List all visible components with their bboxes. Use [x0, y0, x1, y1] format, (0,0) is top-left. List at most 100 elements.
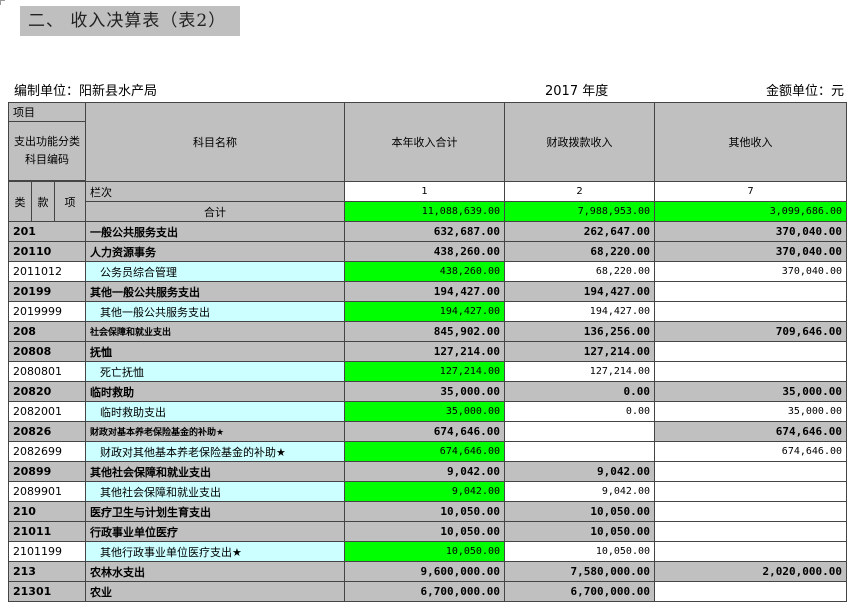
table-row: 2082001 临时救助支出 35,000.00 0.00 35,000.00: [7, 401, 848, 422]
col-num-2: 2: [504, 181, 656, 202]
row-name: 财政对其他基本养老保险基金的补助★: [85, 441, 346, 462]
row-fiscal: 127,214.00: [504, 341, 656, 362]
header-row-1: 项目 科目名称 本年收入合计 财政拨款收入 其他收入: [7, 102, 848, 182]
row-code: 21301: [7, 581, 87, 602]
header-xiang: 项: [53, 181, 87, 222]
row-code: 2101199: [7, 541, 87, 562]
table-body: 项目 科目名称 本年收入合计 财政拨款收入 其他收入 支出功能分类科目编码 类 …: [7, 102, 848, 602]
fiscal-year: 2017 年度: [545, 84, 609, 99]
row-name: 医疗卫生与计划生育支出: [85, 501, 346, 522]
row-fiscal: 10,050.00: [504, 501, 656, 522]
row-total: 674,646.00: [344, 421, 506, 442]
row-other: 674,646.00: [654, 421, 848, 442]
table-row: 20899 其他社会保障和就业支出 9,042.00 9,042.00: [7, 461, 848, 482]
table-row: 21301 农业 6,700,000.00 6,700,000.00: [7, 581, 848, 602]
row-fiscal: 10,050.00: [504, 521, 656, 542]
table-row: 20808 抚恤 127,214.00 127,214.00: [7, 341, 848, 362]
header-lei: 类: [8, 181, 32, 222]
row-total: 10,050.00: [344, 521, 506, 542]
row-fiscal: 0.00: [504, 381, 656, 402]
row-code: 20199: [7, 281, 87, 302]
row-name: 财政对基本养老保险基金的补助★: [85, 421, 346, 442]
row-fiscal: [504, 441, 656, 462]
row-code: 2089901: [7, 481, 87, 502]
row-code: 201: [7, 221, 87, 242]
row-name: 社会保障和就业支出: [85, 321, 346, 342]
row-code: 208: [7, 321, 87, 342]
table-row: 2011012 公务员综合管理 438,260.00 68,220.00 370,040…: [7, 261, 848, 282]
table-row: 20826 财政对基本养老保险基金的补助★ 674,646.00 674,646.00: [7, 421, 848, 442]
income-table: 项目 科目名称 本年收入合计 财政拨款收入 其他收入 支出功能分类科目编码 类 …: [7, 102, 848, 602]
row-fiscal: 68,220.00: [504, 241, 656, 262]
info-row: 编制单位：阳新县水产局 2017 年度 金额单位：元: [8, 82, 846, 102]
page-title: 二、 收入决算表（表2）: [20, 6, 240, 36]
row-total: 35,000.00: [344, 381, 506, 402]
row-fiscal: 9,042.00: [504, 481, 656, 502]
table-row: 208 社会保障和就业支出 845,902.00 136,256.00 709,646.…: [7, 321, 848, 342]
row-other: 370,040.00: [654, 241, 848, 262]
row-name: 农业: [85, 581, 346, 602]
row-fiscal: 10,050.00: [504, 541, 656, 562]
row-name: 临时救助: [85, 381, 346, 402]
row-other: 370,040.00: [654, 261, 848, 282]
header-subject-name: 科目名称: [85, 102, 346, 182]
row-total: 9,042.00: [344, 461, 506, 482]
table-row: 2101199 其他行政事业单位医疗支出★ 10,050.00 10,050.00: [7, 541, 848, 562]
row-other: [654, 341, 848, 362]
row-fiscal: 6,700,000.00: [504, 581, 656, 602]
row-code: 20820: [7, 381, 87, 402]
row-name: 公务员综合管理: [85, 261, 346, 282]
header-other: 其他收入: [654, 102, 848, 182]
row-total: 127,214.00: [344, 361, 506, 382]
row-name: 死亡抚恤: [85, 361, 346, 382]
row-other: [654, 301, 848, 322]
row-fiscal: 262,647.00: [504, 221, 656, 242]
row-code: 2080801: [7, 361, 87, 382]
row-total: 674,646.00: [344, 441, 506, 462]
row-name: 人力资源事务: [85, 241, 346, 262]
row-total: 127,214.00: [344, 341, 506, 362]
row-name: 其他一般公共服务支出: [85, 281, 346, 302]
row-other: [654, 521, 848, 542]
table-row: 2082699 财政对其他基本养老保险基金的补助★ 674,646.00 674,64…: [7, 441, 848, 462]
table-row: 20199 其他一般公共服务支出 194,427.00 194,427.00: [7, 281, 848, 302]
row-code: 2019999: [7, 301, 87, 322]
row-total: 9,042.00: [344, 481, 506, 502]
table-row: 210 医疗卫生与计划生育支出 10,050.00 10,050.00: [7, 501, 848, 522]
compiling-unit: 编制单位：阳新县水产局: [14, 84, 158, 99]
row-total: 632,687.00: [344, 221, 506, 242]
row-fiscal: 136,256.00: [504, 321, 656, 342]
total-label: 合计: [85, 201, 346, 222]
col-num-7: 7: [654, 181, 848, 202]
table-row: 2089901 其他社会保障和就业支出 9,042.00 9,042.00: [7, 481, 848, 502]
row-other: [654, 481, 848, 502]
row-other: 709,646.00: [654, 321, 848, 342]
row-other: [654, 461, 848, 482]
row-fiscal: 68,220.00: [504, 261, 656, 282]
header-kuan: 款: [31, 181, 55, 222]
row-code: 213: [7, 561, 87, 582]
row-total: 6,700,000.00: [344, 581, 506, 602]
table-row: 201 一般公共服务支出 632,687.00 262,647.00 370,040.0…: [7, 221, 848, 242]
row-code: 20826: [7, 421, 87, 442]
row-code: 20110: [7, 241, 87, 262]
table-row: 21011 行政事业单位医疗 10,050.00 10,050.00: [7, 521, 848, 542]
row-total: 194,427.00: [344, 281, 506, 302]
row-total: 438,260.00: [344, 241, 506, 262]
row-total: 10,050.00: [344, 501, 506, 522]
row-other: 674,646.00: [654, 441, 848, 462]
row-other: [654, 361, 848, 382]
row-other: [654, 501, 848, 522]
row-name: 其他社会保障和就业支出: [85, 481, 346, 502]
table-row: 20820 临时救助 35,000.00 0.00 35,000.00: [7, 381, 848, 402]
row-total: 9,600,000.00: [344, 561, 506, 582]
row-name: 行政事业单位医疗: [85, 521, 346, 542]
header-row-4: 类 款 项 栏次 1 2 7: [8, 181, 848, 222]
row-other: 2,020,000.00: [654, 561, 848, 582]
row-name: 其他社会保障和就业支出: [85, 461, 346, 482]
row-fiscal: [504, 421, 656, 442]
header-total: 本年收入合计: [344, 102, 506, 182]
total-row: 合计 11,088,639.00 7,988,953.00 3,099,686.…: [9, 201, 848, 222]
row-code: 20808: [7, 341, 87, 362]
row-name: 其他一般公共服务支出: [85, 301, 346, 322]
